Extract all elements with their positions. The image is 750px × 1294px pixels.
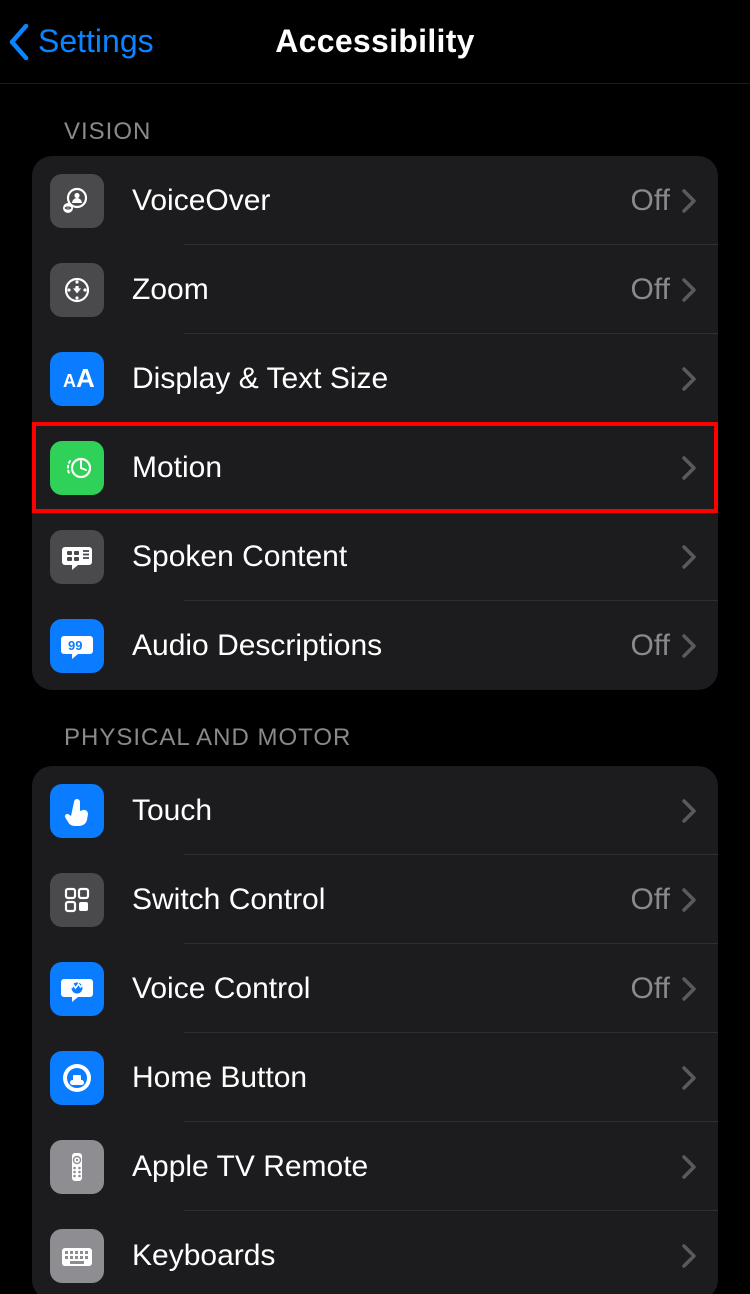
chevron-right-icon bbox=[682, 189, 696, 213]
chevron-right-icon bbox=[682, 977, 696, 1001]
row-spoken-content[interactable]: Spoken Content bbox=[32, 512, 718, 601]
chevron-right-icon bbox=[682, 367, 696, 391]
row-status: Off bbox=[631, 629, 670, 663]
row-label: Apple TV Remote bbox=[132, 1150, 670, 1184]
back-label: Settings bbox=[38, 23, 154, 60]
row-label: Keyboards bbox=[132, 1239, 670, 1273]
row-zoom[interactable]: ZoomOff bbox=[32, 245, 718, 334]
audio-descriptions-icon bbox=[50, 619, 104, 673]
row-audio-descriptions[interactable]: Audio DescriptionsOff bbox=[32, 601, 718, 690]
row-display-text-size[interactable]: Display & Text Size bbox=[32, 334, 718, 423]
spoken-content-icon bbox=[50, 530, 104, 584]
row-label: Switch Control bbox=[132, 883, 631, 917]
row-label: Display & Text Size bbox=[132, 362, 670, 396]
motion-icon bbox=[50, 441, 104, 495]
row-motion[interactable]: Motion bbox=[32, 423, 718, 512]
row-touch[interactable]: Touch bbox=[32, 766, 718, 855]
row-label: Touch bbox=[132, 794, 670, 828]
section-header-vision: VISION bbox=[0, 84, 750, 156]
row-status: Off bbox=[631, 273, 670, 307]
content: VISION VoiceOverOffZoomOffDisplay & Text… bbox=[0, 84, 750, 1294]
row-label: Voice Control bbox=[132, 972, 631, 1006]
chevron-right-icon bbox=[682, 634, 696, 658]
apple-tv-remote-icon bbox=[50, 1140, 104, 1194]
row-status: Off bbox=[631, 184, 670, 218]
row-label: VoiceOver bbox=[132, 184, 631, 218]
row-home-button[interactable]: Home Button bbox=[32, 1033, 718, 1122]
row-label: Spoken Content bbox=[132, 540, 670, 574]
voiceover-icon bbox=[50, 174, 104, 228]
row-label: Home Button bbox=[132, 1061, 670, 1095]
group-vision: VoiceOverOffZoomOffDisplay & Text SizeMo… bbox=[32, 156, 718, 690]
section-header-physical: PHYSICAL AND MOTOR bbox=[0, 690, 750, 762]
navbar: Settings Accessibility bbox=[0, 0, 750, 84]
chevron-right-icon bbox=[682, 278, 696, 302]
voice-control-icon bbox=[50, 962, 104, 1016]
chevron-right-icon bbox=[682, 1244, 696, 1268]
switch-control-icon bbox=[50, 873, 104, 927]
back-button[interactable]: Settings bbox=[8, 23, 154, 60]
group-physical: TouchSwitch ControlOffVoice ControlOffHo… bbox=[32, 766, 718, 1294]
chevron-right-icon bbox=[682, 888, 696, 912]
home-button-icon bbox=[50, 1051, 104, 1105]
keyboards-icon bbox=[50, 1229, 104, 1283]
row-label: Zoom bbox=[132, 273, 631, 307]
row-switch-control[interactable]: Switch ControlOff bbox=[32, 855, 718, 944]
row-label: Motion bbox=[132, 451, 670, 485]
row-status: Off bbox=[631, 883, 670, 917]
chevron-right-icon bbox=[682, 799, 696, 823]
row-apple-tv-remote[interactable]: Apple TV Remote bbox=[32, 1122, 718, 1211]
chevron-right-icon bbox=[682, 1066, 696, 1090]
chevron-left-icon bbox=[8, 24, 30, 60]
row-label: Audio Descriptions bbox=[132, 629, 631, 663]
chevron-right-icon bbox=[682, 1155, 696, 1179]
chevron-right-icon bbox=[682, 456, 696, 480]
touch-icon bbox=[50, 784, 104, 838]
zoom-icon bbox=[50, 263, 104, 317]
chevron-right-icon bbox=[682, 545, 696, 569]
row-voiceover[interactable]: VoiceOverOff bbox=[32, 156, 718, 245]
row-keyboards[interactable]: Keyboards bbox=[32, 1211, 718, 1294]
row-voice-control[interactable]: Voice ControlOff bbox=[32, 944, 718, 1033]
row-status: Off bbox=[631, 972, 670, 1006]
text-size-icon bbox=[50, 352, 104, 406]
